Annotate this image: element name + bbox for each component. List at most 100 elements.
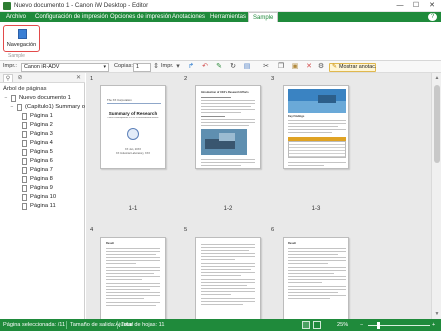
close-button[interactable]: ✕ bbox=[425, 1, 439, 11]
tree-node-page[interactable]: Página 10 bbox=[0, 193, 85, 202]
tab-anotaciones[interactable]: Anotaciones bbox=[168, 12, 209, 22]
page-thumbnail-4[interactable]: Result bbox=[100, 237, 166, 321]
zoom-in-icon[interactable]: + bbox=[432, 322, 435, 328]
page-icon bbox=[22, 140, 27, 147]
settings-icon[interactable]: ⚙ bbox=[317, 63, 325, 71]
chapter-icon bbox=[17, 104, 22, 111]
tree-label: Página 3 bbox=[30, 131, 53, 137]
page-number: 3 bbox=[271, 76, 275, 82]
attachment-tab-icon[interactable]: ⊘ bbox=[15, 74, 25, 82]
vertical-scrollbar[interactable]: ▲ ▼ bbox=[431, 73, 441, 319]
tree-label: Página 6 bbox=[30, 158, 53, 164]
tree-node-page[interactable]: Página 9 bbox=[0, 184, 85, 193]
photo-image bbox=[201, 129, 247, 155]
page-label: 1-3 bbox=[311, 206, 321, 212]
rotate-icon[interactable]: ↻ bbox=[229, 63, 237, 71]
tab-sample[interactable]: Sample bbox=[248, 12, 279, 22]
page-label: 1-1 bbox=[128, 206, 138, 212]
printer-select[interactable]: Canon iR-ADV ▾ bbox=[21, 62, 109, 72]
print-preview-icon[interactable]: ↱ bbox=[187, 63, 195, 71]
copy-icon[interactable]: ❐ bbox=[277, 63, 285, 71]
page-subtitle: Latest Developments in XXX's Environment… bbox=[107, 117, 159, 119]
page-heading: Key Findings bbox=[288, 115, 305, 118]
page-icon bbox=[22, 122, 27, 129]
tree-node-page[interactable]: Página 5 bbox=[0, 148, 85, 157]
scroll-up-icon[interactable]: ▲ bbox=[433, 74, 441, 82]
tree-node-page[interactable]: Página 7 bbox=[0, 166, 85, 175]
collapse-icon[interactable]: − bbox=[3, 95, 9, 101]
dropdown-arrow-icon[interactable]: ▾ bbox=[174, 63, 182, 71]
tree-tab-icon[interactable]: ⚲ bbox=[3, 74, 13, 82]
page-tree-panel: ⚲ ⊘ ✕ Árbol de páginas − Nuevo documento… bbox=[0, 73, 85, 319]
navigation-button[interactable]: Navegación bbox=[3, 25, 40, 52]
zoom-out-icon[interactable]: − bbox=[360, 322, 363, 328]
page-icon[interactable]: ▤ bbox=[243, 63, 251, 71]
tab-herramientas[interactable]: Herramientas bbox=[206, 12, 250, 22]
page-thumbnail-3[interactable]: Key Findings bbox=[283, 85, 349, 169]
page-organization: XX Industrial Laboratory, XXX bbox=[115, 152, 151, 155]
page-label: 1-2 bbox=[223, 206, 233, 212]
tree-node-page[interactable]: Página 8 bbox=[0, 175, 85, 184]
document-icon bbox=[11, 95, 16, 102]
tree-node-document[interactable]: − Nuevo documento 1 bbox=[0, 94, 85, 103]
page-number: 6 bbox=[271, 227, 275, 233]
status-divider bbox=[117, 321, 118, 329]
page-icon bbox=[22, 158, 27, 165]
tree-node-page[interactable]: Página 6 bbox=[0, 157, 85, 166]
collapse-icon[interactable]: − bbox=[9, 104, 15, 110]
page-thumbnail-area[interactable]: 1 The XX Corporation Summary of Research… bbox=[86, 73, 431, 321]
cut-icon[interactable]: ✂ bbox=[262, 63, 270, 71]
page-icon bbox=[22, 194, 27, 201]
page-rule bbox=[107, 103, 161, 104]
status-divider bbox=[66, 321, 67, 329]
page-thumbnail-5[interactable] bbox=[195, 237, 261, 321]
edit-icon[interactable]: ✎ bbox=[215, 63, 223, 71]
tree-node-page[interactable]: Página 3 bbox=[0, 130, 85, 139]
page-number: 1 bbox=[90, 76, 94, 82]
help-icon[interactable]: ? bbox=[428, 13, 437, 21]
printer-label: Impr.: bbox=[3, 63, 17, 69]
page-thumbnail-1[interactable]: The XX Corporation Summary of Research L… bbox=[100, 85, 166, 169]
scrollbar-thumb[interactable] bbox=[434, 85, 440, 163]
page-icon bbox=[22, 149, 27, 156]
maximize-button[interactable]: ☐ bbox=[409, 1, 423, 11]
tree-node-page[interactable]: Página 11 bbox=[0, 202, 85, 211]
print-toolbar: Impr.: Canon iR-ADV ▾ Copias: 1 ⇕ Impr. … bbox=[0, 61, 441, 73]
tree-label: Nuevo documento 1 bbox=[19, 95, 71, 101]
minimize-button[interactable]: — bbox=[393, 1, 407, 11]
page-heading: Result bbox=[288, 242, 296, 245]
page-heading: Introduction of XXX's Research Efforts bbox=[201, 91, 249, 94]
zoom-slider-handle[interactable] bbox=[377, 322, 380, 329]
tree-node-chapter[interactable]: − (Capítulo1) Summary of R bbox=[0, 103, 85, 112]
close-icon[interactable]: ✕ bbox=[76, 74, 81, 81]
thumbnail-view-icon[interactable] bbox=[313, 321, 321, 329]
seal-logo bbox=[127, 128, 139, 140]
tree-node-page[interactable]: Página 1 bbox=[0, 112, 85, 121]
page-header: The XX Corporation bbox=[107, 98, 132, 102]
copies-input[interactable]: 1 bbox=[133, 62, 151, 72]
printer-value: Canon iR-ADV bbox=[24, 63, 60, 70]
tree-node-page[interactable]: Página 2 bbox=[0, 121, 85, 130]
undo-icon[interactable]: ↶ bbox=[201, 63, 209, 71]
page-icon bbox=[22, 113, 27, 120]
show-annotations-button[interactable]: ✎ Mostrar anotac. bbox=[329, 62, 376, 72]
status-bar: Página seleccionada: /11 Tamaño de salid… bbox=[0, 319, 441, 331]
single-page-view-icon[interactable] bbox=[302, 321, 310, 329]
delete-icon[interactable]: ✕ bbox=[305, 63, 313, 71]
tree-label: Página 9 bbox=[30, 185, 53, 191]
tab-opciones-impresion[interactable]: Opciones de impresión bbox=[106, 12, 175, 22]
page-thumbnail-2[interactable]: Introduction of XXX's Research Efforts bbox=[195, 85, 261, 169]
scroll-down-icon[interactable]: ▼ bbox=[433, 310, 441, 318]
tab-archivo[interactable]: Archivo bbox=[2, 12, 30, 22]
panel-tabs: ⚲ ⊘ ✕ bbox=[0, 73, 85, 83]
paste-icon[interactable]: ▣ bbox=[291, 63, 299, 71]
page-title: Summary of Research bbox=[108, 111, 158, 116]
tree-label: Página 7 bbox=[30, 167, 53, 173]
tab-configuracion-impresion[interactable]: Configuración de impresión bbox=[31, 12, 112, 22]
tree-node-page[interactable]: Página 4 bbox=[0, 139, 85, 148]
page-heading: Result bbox=[106, 242, 114, 245]
tree-label: Página 1 bbox=[30, 113, 53, 119]
page-thumbnail-6[interactable]: Result bbox=[283, 237, 349, 321]
page-date: XX Jan, 20XX bbox=[124, 148, 142, 151]
copies-stepper-icon[interactable]: ⇕ bbox=[152, 63, 160, 71]
